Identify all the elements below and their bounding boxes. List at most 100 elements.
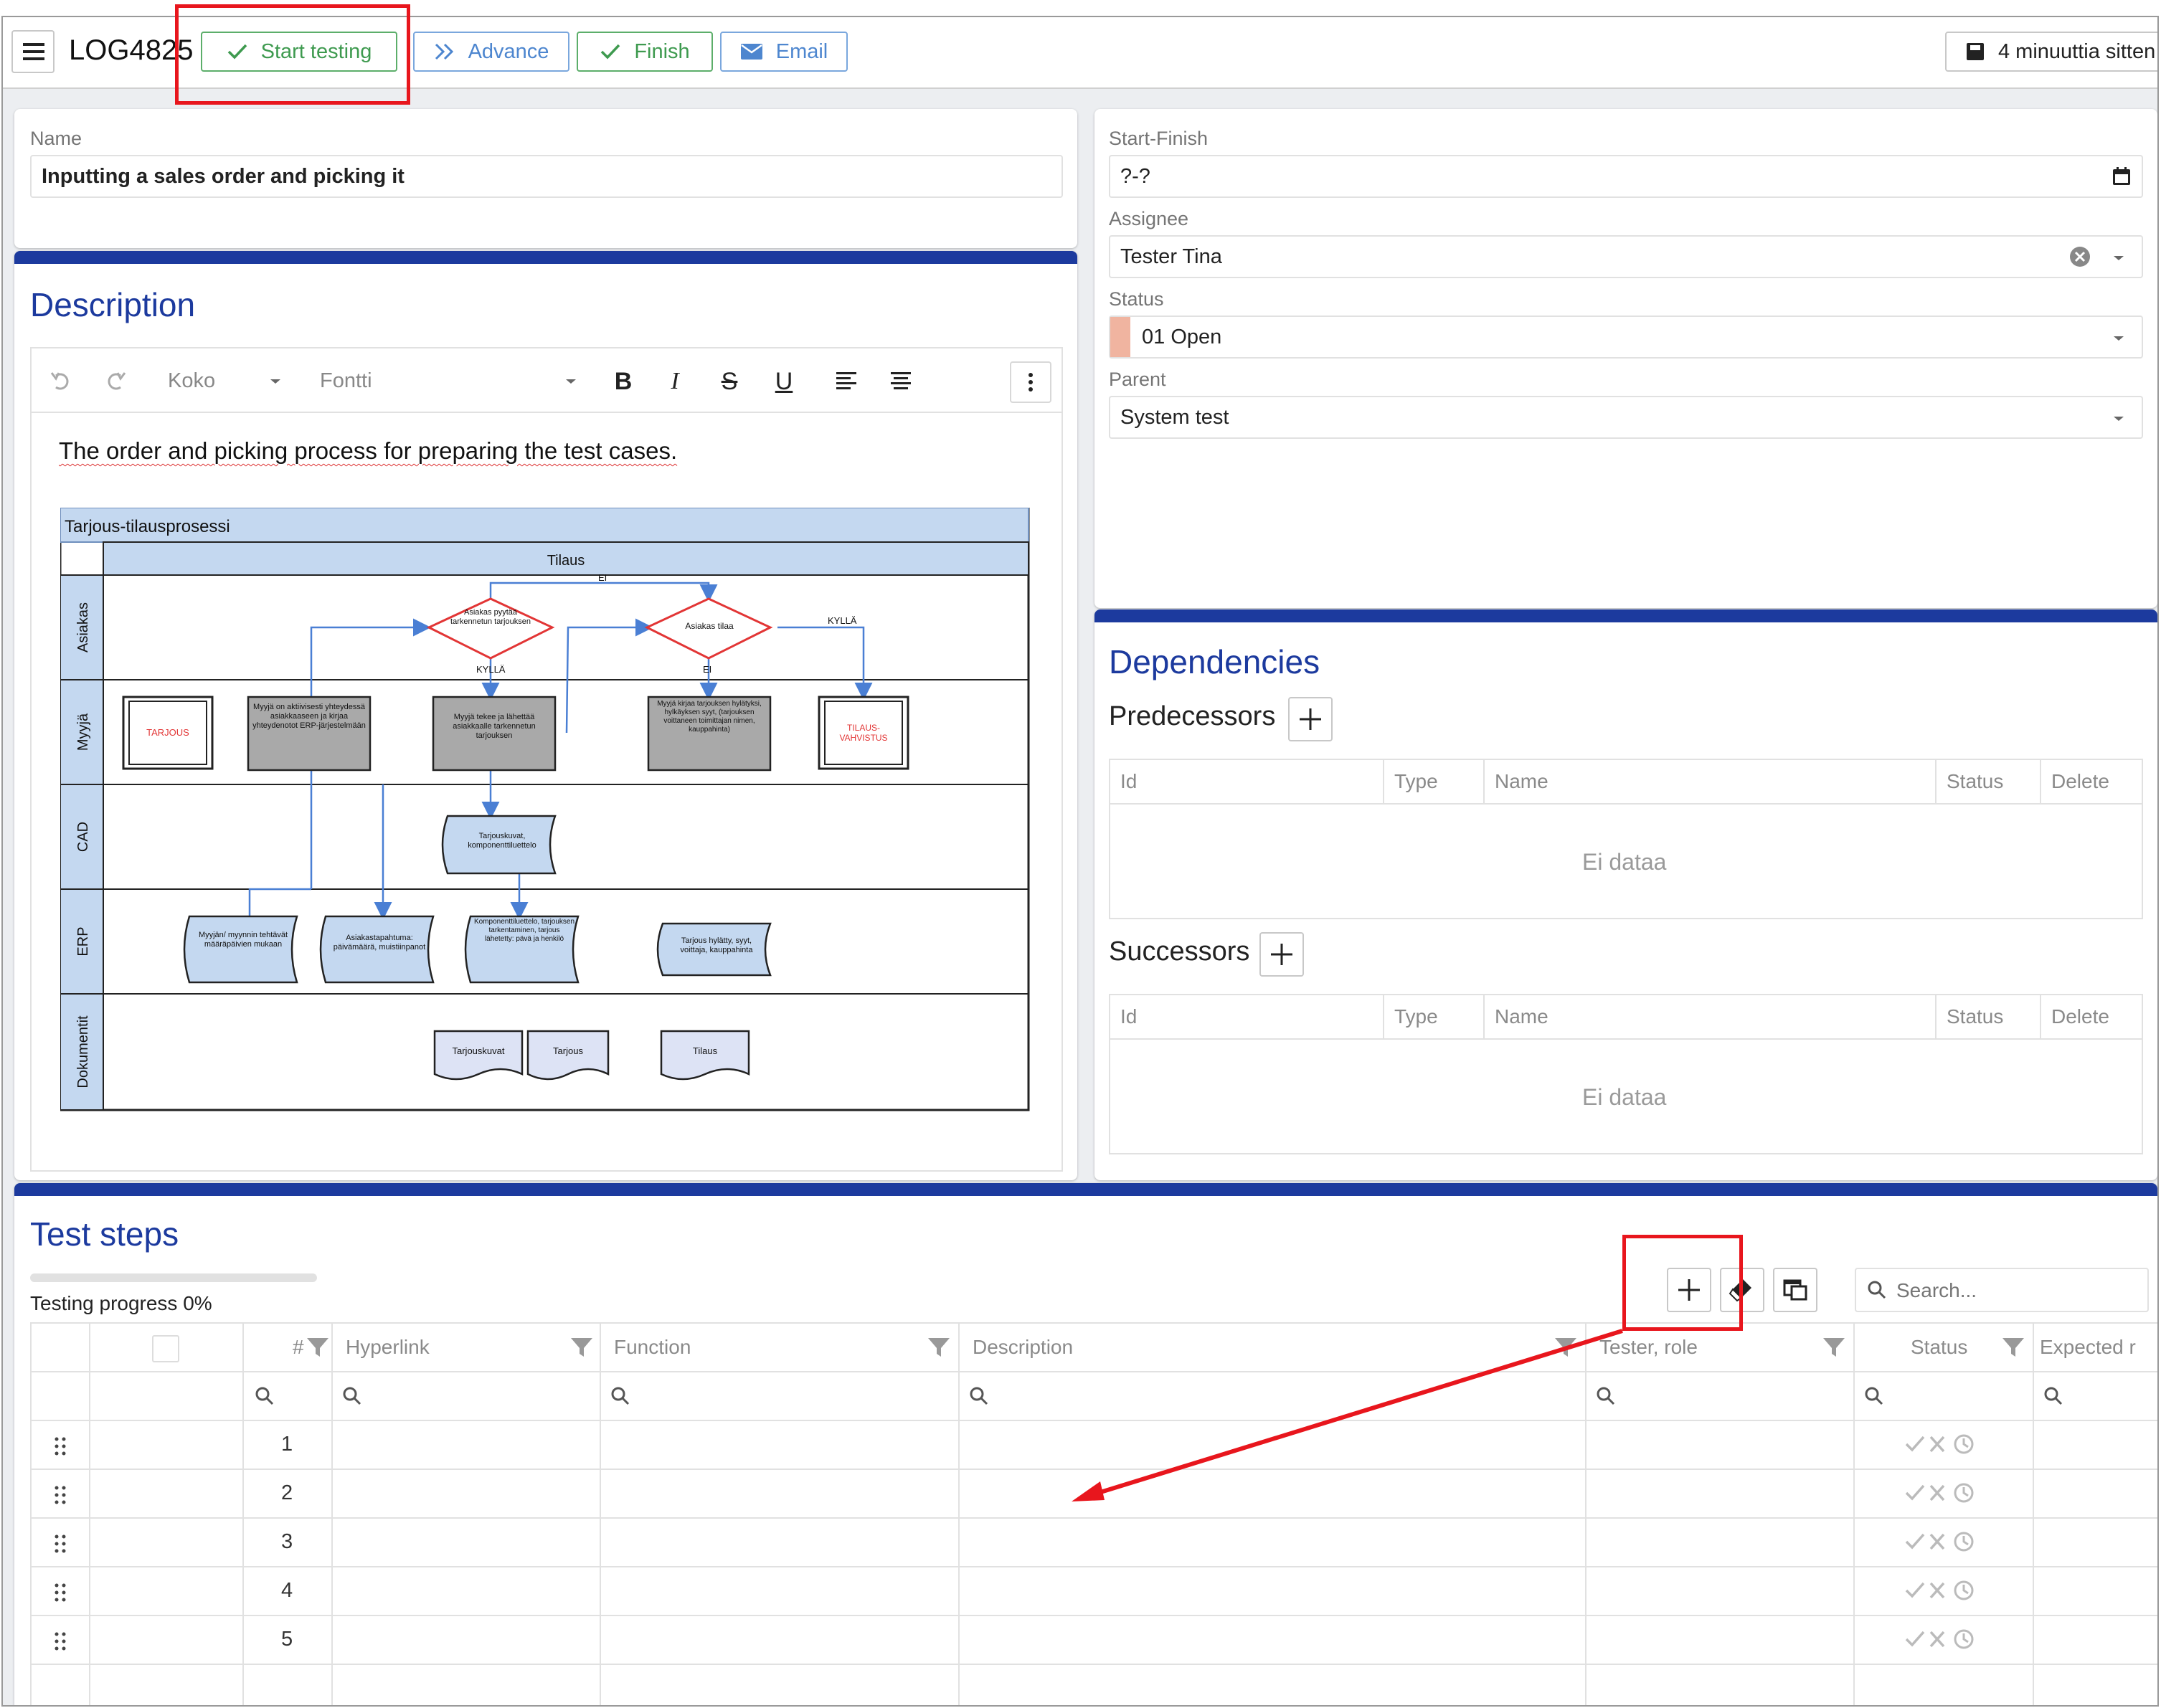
font-family-select[interactable]: Fontti — [304, 363, 584, 399]
chevron-down-icon[interactable] — [2112, 254, 2126, 262]
step-status-icons[interactable] — [1904, 1480, 1981, 1506]
save-icon — [1967, 43, 1984, 60]
progress-label: Testing progress 0% — [30, 1292, 212, 1314]
column-header-type[interactable]: Type — [1384, 760, 1438, 803]
advance-label: Advance — [468, 39, 549, 63]
step-number: 4 — [281, 1579, 293, 1602]
parent-select[interactable]: System test — [1109, 396, 2143, 439]
underline-button[interactable]: U — [766, 364, 802, 399]
start-finish-field[interactable]: ?-? — [1109, 155, 2143, 198]
assignee-select[interactable]: Tester Tina — [1109, 235, 2143, 278]
italic-button[interactable]: I — [657, 364, 693, 399]
column-header-delete[interactable]: Delete — [2041, 995, 2109, 1038]
progress-bar — [30, 1273, 317, 1282]
filter-icon[interactable] — [1822, 1335, 1846, 1360]
drag-handle-icon[interactable] — [53, 1533, 67, 1555]
chevron-down-icon[interactable] — [2112, 334, 2126, 343]
step-status-icons[interactable] — [1904, 1529, 1981, 1555]
add-successor-button[interactable] — [1259, 932, 1304, 977]
drag-handle-icon[interactable] — [53, 1582, 67, 1603]
name-card: Name Inputting a sales order and picking… — [14, 109, 1077, 248]
step-status-icons[interactable] — [1904, 1626, 1981, 1652]
start-finish-label: Start-Finish — [1109, 128, 1209, 149]
table-row[interactable]: 5 — [32, 1616, 2157, 1664]
annotation-highlight-add-step — [1622, 1235, 1743, 1331]
column-header-type[interactable]: Type — [1384, 995, 1438, 1038]
step-status-icons[interactable] — [1904, 1431, 1981, 1457]
status-select[interactable]: 01 Open — [1109, 315, 2143, 359]
column-header-number[interactable]: # — [283, 1324, 304, 1371]
search-icon[interactable] — [2043, 1385, 2064, 1407]
name-field[interactable]: Inputting a sales order and picking it — [30, 155, 1063, 198]
undo-icon[interactable] — [49, 370, 73, 392]
successors-table: Id Type Name Status Delete Ei dataa — [1109, 994, 2143, 1154]
check-icon — [601, 44, 620, 60]
bold-button[interactable]: B — [605, 364, 641, 399]
search-icon[interactable] — [968, 1385, 990, 1407]
lane-label: Asiakas — [75, 602, 91, 653]
assignee-value: Tester Tina — [1120, 245, 1222, 268]
table-row[interactable]: 1 — [32, 1421, 2157, 1469]
menu-button[interactable] — [11, 30, 55, 73]
search-icon[interactable] — [610, 1385, 631, 1407]
document-label: Tilaus — [693, 1045, 718, 1056]
column-header-id[interactable]: Id — [1110, 995, 1137, 1038]
lane-label: Myyjä — [75, 713, 91, 751]
table-row[interactable]: 2 — [32, 1470, 2157, 1517]
column-header-description[interactable]: Description — [973, 1324, 1073, 1371]
search-icon[interactable] — [341, 1385, 363, 1407]
align-left-icon[interactable] — [836, 371, 858, 391]
drag-handle-icon[interactable] — [53, 1484, 67, 1506]
email-button[interactable]: Email — [720, 32, 848, 72]
data-shape-label: Tarjouskuvat, komponenttiluettelo — [468, 832, 536, 850]
column-header-status[interactable]: Status — [1937, 995, 2003, 1038]
diagram-column-label: Tilaus — [547, 553, 585, 569]
drag-handle-icon[interactable] — [53, 1436, 67, 1457]
column-header-name[interactable]: Name — [1485, 995, 1548, 1038]
strikethrough-button[interactable]: S — [711, 364, 747, 399]
filter-icon[interactable] — [2001, 1335, 2025, 1360]
filter-icon[interactable] — [306, 1335, 330, 1360]
rich-text-editor[interactable]: Koko Fontti B I S U The order and pickin… — [30, 347, 1063, 1172]
filter-icon[interactable] — [1554, 1335, 1578, 1360]
column-header-expected-result[interactable]: Expected r — [2040, 1324, 2136, 1371]
app-window: LOG4825 Start testing Advance Finish Ema… — [1, 16, 2159, 1707]
calendar-icon[interactable] — [2112, 166, 2132, 186]
name-value: Inputting a sales order and picking it — [42, 164, 405, 188]
redo-icon[interactable] — [103, 370, 128, 392]
diagram-border — [60, 508, 1030, 1111]
column-header-status[interactable]: Status — [1937, 760, 2003, 803]
search-field[interactable] — [1896, 1276, 2140, 1305]
search-icon[interactable] — [254, 1385, 275, 1407]
search-icon[interactable] — [1863, 1385, 1885, 1407]
column-header-status[interactable]: Status — [1911, 1324, 1967, 1371]
column-header-hyperlink[interactable]: Hyperlink — [346, 1324, 430, 1371]
search-input[interactable] — [1855, 1268, 2149, 1312]
column-header-delete[interactable]: Delete — [2041, 760, 2109, 803]
more-options-button[interactable] — [1010, 361, 1051, 403]
step-status-icons[interactable] — [1904, 1577, 1981, 1603]
data-shape-label: Myyjän/ myynnin tehtävät määräpäivien mu… — [198, 931, 288, 949]
filter-icon[interactable] — [569, 1335, 594, 1360]
select-all-checkbox[interactable] — [152, 1335, 179, 1362]
column-chooser-button[interactable] — [1773, 1268, 1817, 1312]
process-diagram: Tarjous-tilausprosessi Tilaus Asiakas My… — [60, 508, 1030, 1111]
finish-button[interactable]: Finish — [577, 32, 713, 72]
chevron-down-icon[interactable] — [2112, 414, 2126, 423]
saved-indicator[interactable]: 4 minuuttia sitten — [1945, 32, 2157, 72]
column-header-id[interactable]: Id — [1110, 760, 1137, 803]
filter-icon[interactable] — [927, 1335, 951, 1360]
align-center-icon[interactable] — [891, 371, 912, 391]
table-row[interactable]: 3 — [32, 1519, 2157, 1566]
search-icon[interactable] — [1595, 1385, 1617, 1407]
edge-label-kylla: KYLLÄ — [828, 615, 857, 626]
font-size-select[interactable]: Koko — [153, 363, 290, 399]
drag-handle-icon[interactable] — [53, 1631, 67, 1652]
clear-icon[interactable] — [2068, 245, 2091, 268]
column-header-function[interactable]: Function — [614, 1324, 691, 1371]
add-predecessor-button[interactable] — [1288, 697, 1333, 741]
table-row[interactable]: 4 — [32, 1567, 2157, 1615]
column-header-name[interactable]: Name — [1485, 760, 1548, 803]
lane-label: CAD — [75, 822, 91, 852]
advance-button[interactable]: Advance — [413, 32, 569, 72]
